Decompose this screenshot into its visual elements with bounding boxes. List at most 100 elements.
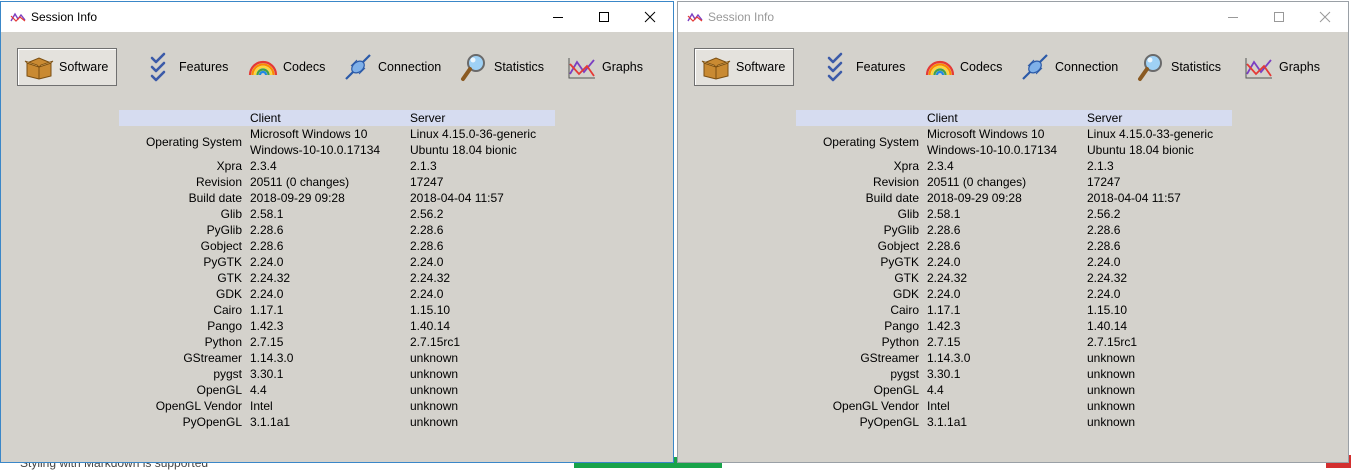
tab-label: Software xyxy=(59,60,109,74)
table-header: Client Server xyxy=(119,110,555,126)
table-row: PyGTK 2.24.0 2.24.0 xyxy=(119,254,555,270)
checklist-icon xyxy=(821,52,851,82)
row-label: GStreamer xyxy=(183,351,242,365)
tab-label: Features xyxy=(856,60,906,74)
client-value: 1.42.3 xyxy=(250,319,284,333)
client-value: 2.24.0 xyxy=(927,255,961,269)
row-label: Python xyxy=(881,335,919,349)
client-value: 2.24.0 xyxy=(250,255,284,269)
row-label: OpenGL xyxy=(196,383,242,397)
row-label: Xpra xyxy=(893,159,919,173)
table-row: GTK 2.24.32 2.24.32 xyxy=(119,270,555,286)
server-value: 1.40.14 xyxy=(410,319,451,333)
minimize-button[interactable] xyxy=(535,2,581,32)
row-label: Revision xyxy=(195,175,242,189)
server-value: 2.7.15rc1 xyxy=(1087,335,1138,349)
table-row: Python 2.7.15 2.7.15rc1 xyxy=(796,334,1232,350)
server-value: 1.15.10 xyxy=(1087,303,1128,317)
table-row: Build date 2018-09-29 09:28 2018-04-04 11:… xyxy=(796,190,1232,206)
tab-graphs[interactable]: Graphs xyxy=(1244,48,1320,86)
client-value: 2.28.6 xyxy=(927,223,961,237)
minimize-button[interactable] xyxy=(1210,2,1256,32)
server-value: 2.24.0 xyxy=(1087,255,1121,269)
server-value: 2.56.2 xyxy=(1087,207,1121,221)
client-value: Microsoft Windows 10 xyxy=(250,127,368,141)
server-value: unknown xyxy=(1087,351,1136,365)
tab-software[interactable]: Software xyxy=(694,48,795,86)
row-label: GDK xyxy=(892,287,919,301)
server-value: unknown xyxy=(410,383,459,397)
box-icon xyxy=(701,52,731,82)
tab-graphs[interactable]: Graphs xyxy=(567,48,643,86)
client-value: 3.30.1 xyxy=(927,367,961,381)
client-value: 4.4 xyxy=(250,383,267,397)
server-value: 2.7.15rc1 xyxy=(410,335,461,349)
tab-software[interactable]: Software xyxy=(17,48,118,86)
tab-connection[interactable]: Connection xyxy=(343,48,441,86)
tab-features[interactable]: Features xyxy=(144,48,228,86)
title-bar[interactable]: Session Info xyxy=(1,2,673,32)
software-info-table: Client Server Operating System Microsoft Wi… xyxy=(119,110,555,430)
tab-codecs[interactable]: Codecs xyxy=(925,48,1002,86)
client-value: 2.24.0 xyxy=(927,287,961,301)
table-row: Operating System Microsoft Windows 10 Wind… xyxy=(119,126,555,158)
row-label: Cairo xyxy=(213,303,242,317)
row-label: OpenGL Vendor xyxy=(155,399,242,413)
tab-label: Features xyxy=(179,60,229,74)
client-value: 2.7.15 xyxy=(250,335,284,349)
magnifier-icon xyxy=(459,52,489,82)
row-label: GDK xyxy=(215,287,242,301)
client-value: 2.58.1 xyxy=(927,207,961,221)
client-value: Windows-10-10.0.17134 xyxy=(927,143,1058,157)
row-label: Build date xyxy=(865,191,919,205)
client-value: 3.1.1a1 xyxy=(250,415,291,429)
tab-toolbar: Software Features Codecs Connection Statisti… xyxy=(1,32,673,110)
table-row: OpenGL 4.4 unknown xyxy=(796,382,1232,398)
server-value: 2018-04-04 11:57 xyxy=(1087,191,1181,205)
close-button[interactable] xyxy=(627,2,673,32)
maximize-button[interactable] xyxy=(581,2,627,32)
checklist-icon xyxy=(144,52,174,82)
close-button[interactable] xyxy=(1302,2,1348,32)
tab-label: Statistics xyxy=(494,60,545,74)
tab-label: Statistics xyxy=(1171,60,1222,74)
box-icon xyxy=(24,52,54,82)
tab-statistics[interactable]: Statistics xyxy=(1136,48,1221,86)
maximize-button[interactable] xyxy=(1256,2,1302,32)
client-value: 2.58.1 xyxy=(250,207,284,221)
row-label: PyOpenGL xyxy=(182,415,242,429)
rainbow-icon xyxy=(925,52,955,82)
table-row: Revision 20511 (0 changes) 17247 xyxy=(796,174,1232,190)
server-value: 2.28.6 xyxy=(410,223,444,237)
table-row: Cairo 1.17.1 1.15.10 xyxy=(796,302,1232,318)
tab-statistics[interactable]: Statistics xyxy=(459,48,544,86)
server-value: unknown xyxy=(1087,399,1136,413)
client-value: 20511 (0 changes) xyxy=(927,175,1027,189)
table-row: GTK 2.24.32 2.24.32 xyxy=(796,270,1232,286)
window-title: Session Info xyxy=(31,10,98,24)
client-value: 2.24.0 xyxy=(250,287,284,301)
tab-codecs[interactable]: Codecs xyxy=(248,48,325,86)
tab-label: Codecs xyxy=(283,60,326,74)
table-row: Gobject 2.28.6 2.28.6 xyxy=(796,238,1232,254)
server-value: 1.40.14 xyxy=(1087,319,1128,333)
row-label: PyGTK xyxy=(880,255,919,269)
row-label: OpenGL Vendor xyxy=(832,399,919,413)
tab-features[interactable]: Features xyxy=(821,48,905,86)
client-value: 4.4 xyxy=(927,383,944,397)
tab-label: Graphs xyxy=(1279,60,1320,74)
table-row: PyOpenGL 3.1.1a1 unknown xyxy=(119,414,555,430)
table-row: pygst 3.30.1 unknown xyxy=(796,366,1232,382)
client-value: 1.17.1 xyxy=(927,303,961,317)
row-label: OpenGL xyxy=(873,383,919,397)
table-row: PyOpenGL 3.1.1a1 unknown xyxy=(796,414,1232,430)
table-header: Client Server xyxy=(796,110,1232,126)
client-value: 20511 (0 changes) xyxy=(250,175,350,189)
title-bar[interactable]: Session Info xyxy=(678,2,1348,32)
tab-connection[interactable]: Connection xyxy=(1020,48,1118,86)
table-row: Gobject 2.28.6 2.28.6 xyxy=(119,238,555,254)
row-label: Cairo xyxy=(890,303,919,317)
tab-toolbar: Software Features Codecs Connection Statisti… xyxy=(678,32,1348,110)
row-label: Python xyxy=(204,335,242,349)
server-value: 17247 xyxy=(410,175,444,189)
